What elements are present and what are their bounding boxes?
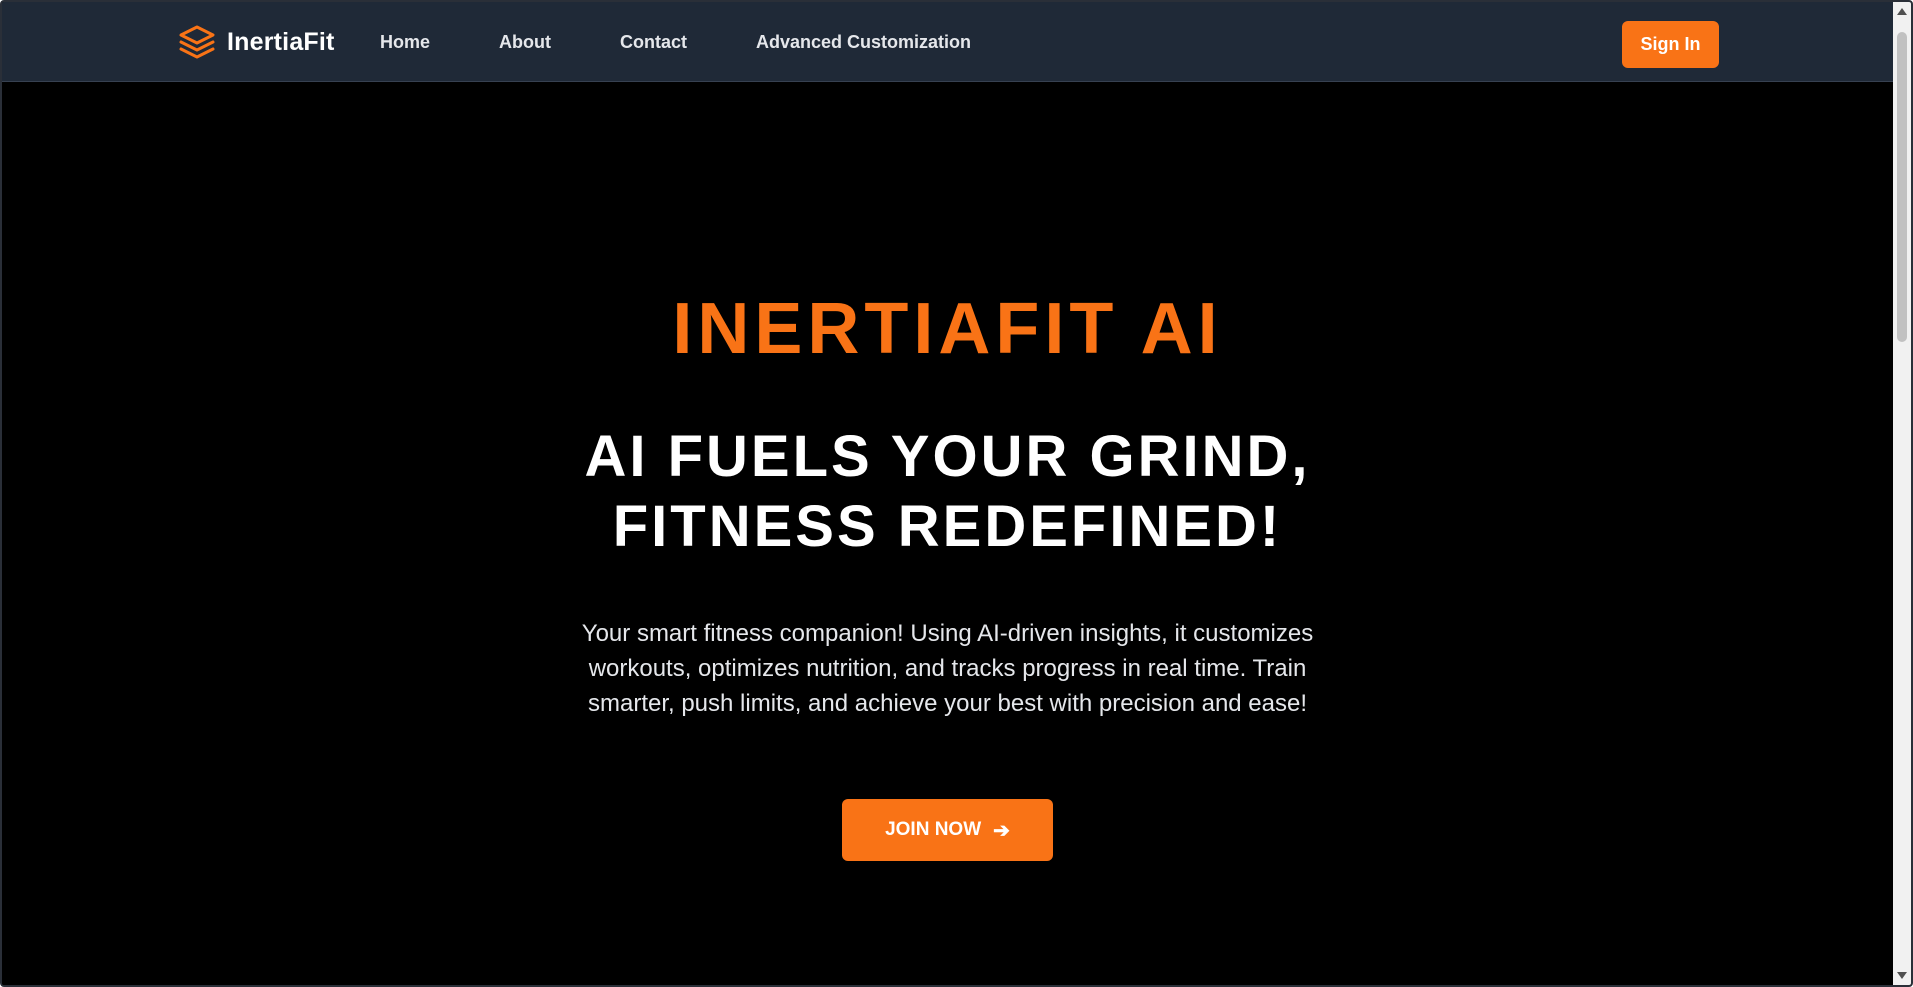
hero-headline: AI FUELS YOUR GRIND, FITNESS REDEFINED! <box>2 422 1893 562</box>
vertical-scrollbar[interactable] <box>1893 2 1911 985</box>
layers-icon <box>179 25 215 59</box>
sign-in-button[interactable]: Sign In <box>1622 21 1719 68</box>
nav-link-advanced-customization[interactable]: Advanced Customization <box>756 32 971 53</box>
arrow-right-icon: ➔ <box>993 819 1010 842</box>
nav-link-contact[interactable]: Contact <box>620 32 687 53</box>
nav-link-home[interactable]: Home <box>380 32 430 53</box>
nav-links: Home About Contact Advanced Customizatio… <box>380 2 1040 82</box>
hero-section: INERTIAFIT AI AI FUELS YOUR GRIND, FITNE… <box>2 82 1893 985</box>
scroll-down-arrow-icon[interactable] <box>1897 972 1907 979</box>
brand[interactable]: InertiaFit <box>177 22 335 62</box>
hero-brand-title: INERTIAFIT AI <box>672 289 1223 369</box>
brand-name: InertiaFit <box>227 27 335 56</box>
hero-description: Your smart fitness companion! Using AI-d… <box>581 620 1314 717</box>
join-now-button[interactable]: JOIN NOW ➔ <box>842 799 1053 861</box>
hero-headline-line1: AI FUELS YOUR GRIND, <box>584 424 1311 489</box>
hero-headline-line2: FITNESS REDEFINED! <box>612 494 1283 559</box>
scroll-thumb[interactable] <box>1897 32 1907 342</box>
browser-viewport: InertiaFit Home About Contact Advanced C… <box>0 0 1913 987</box>
scroll-up-arrow-icon[interactable] <box>1897 8 1907 15</box>
navbar: InertiaFit Home About Contact Advanced C… <box>2 2 1893 82</box>
nav-link-about[interactable]: About <box>499 32 551 53</box>
join-now-label: JOIN NOW <box>885 819 982 840</box>
